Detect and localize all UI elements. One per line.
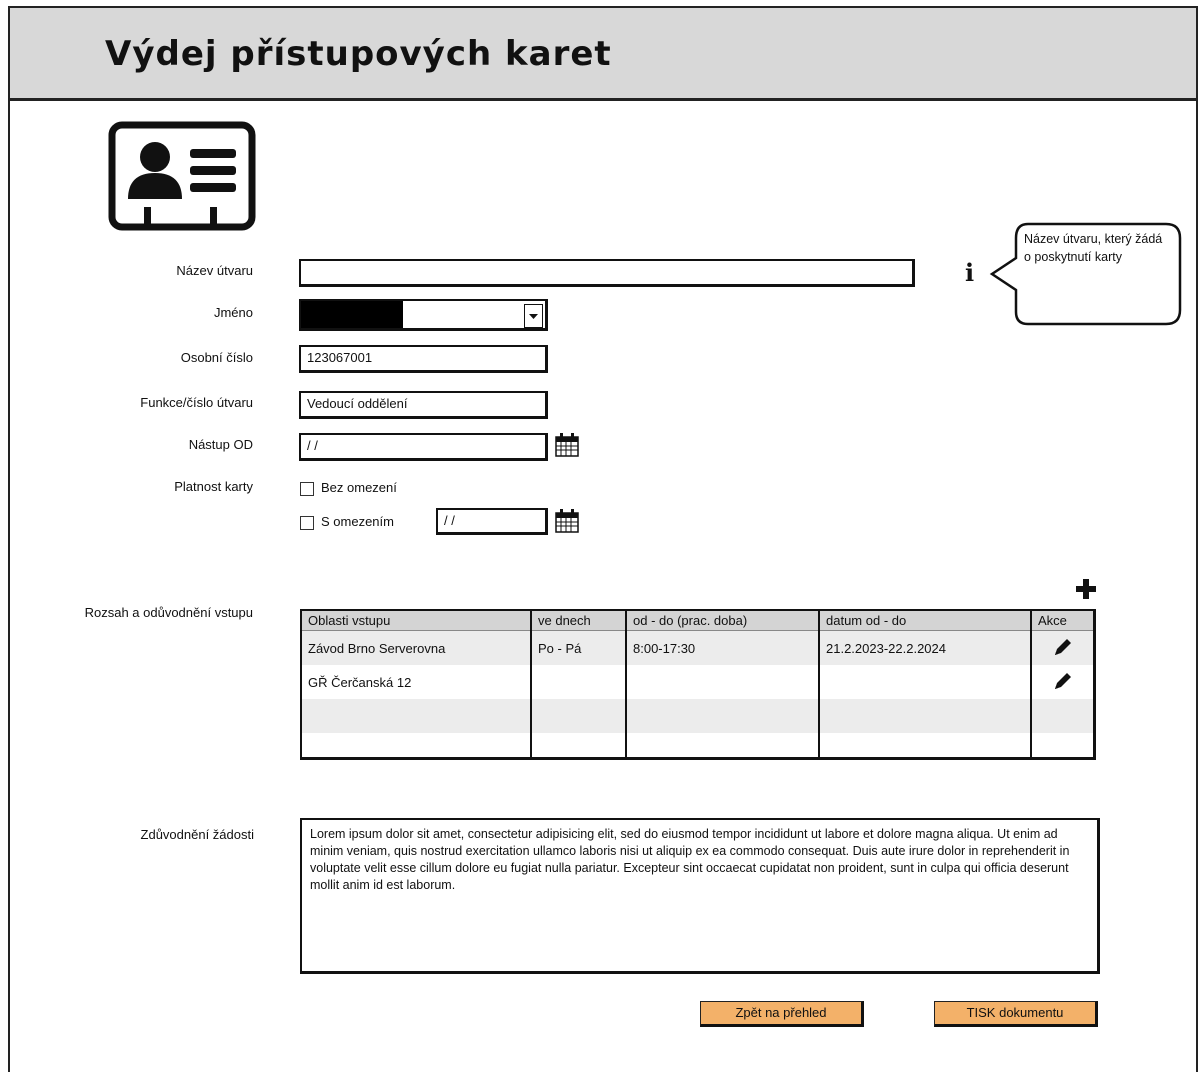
id-card-icon [108, 121, 256, 231]
function-input[interactable]: Vedoucí oddělení [299, 391, 548, 419]
chevron-down-icon[interactable] [524, 304, 543, 328]
edit-pencil-icon[interactable] [1052, 670, 1074, 692]
justification-label: Zdůvodnění žádosti [140, 827, 254, 842]
unit-name-input[interactable] [299, 259, 915, 287]
table-cell [626, 699, 820, 733]
table-cell [301, 699, 532, 733]
print-document-button[interactable]: TISK dokumentu [934, 1001, 1098, 1027]
no-limit-label: Bez omezení [321, 480, 397, 495]
name-redacted-block [301, 301, 403, 328]
table-header-row: Oblasti vstupu ve dnech od - do (prac. d… [301, 610, 1095, 631]
column-header: Oblasti vstupu [301, 610, 532, 631]
start-label: Nástup OD [188, 437, 253, 452]
table-cell: GŘ Čerčanská 12 [301, 665, 532, 699]
table-cell [819, 733, 1032, 759]
table-row: GŘ Čerčanská 12 [301, 665, 1095, 699]
table-cell [1031, 665, 1095, 699]
validity-label: Platnost karty [174, 479, 253, 494]
start-date-input[interactable]: / / [299, 433, 548, 461]
table-cell: Po - Pá [531, 630, 627, 665]
page-header: Výdej přístupových karet [8, 6, 1198, 101]
table-row [301, 699, 1095, 733]
justification-textarea[interactable]: Lorem ipsum dolor sit amet, consectetur … [300, 818, 1100, 974]
column-header: ve dnech [531, 610, 627, 631]
unit-label: Název útvaru [176, 263, 253, 278]
personal-number-input[interactable]: 123067001 [299, 345, 548, 373]
personal-no-label: Osobní číslo [180, 350, 253, 365]
name-label: Jméno [213, 305, 253, 320]
table-cell [531, 733, 627, 759]
table-row: Závod Brno Serverovna Po - Pá 8:00-17:30… [301, 630, 1095, 665]
calendar-icon[interactable] [555, 509, 579, 533]
table-row [301, 733, 1095, 759]
add-row-icon[interactable] [1075, 578, 1097, 600]
limited-date-input[interactable]: / / [436, 508, 548, 535]
access-table: Oblasti vstupu ve dnech od - do (prac. d… [300, 609, 1096, 760]
tooltip-text: Název útvaru, který žádá o poskytnutí ka… [1024, 232, 1163, 264]
table-cell: 21.2.2023-22.2.2024 [819, 630, 1032, 665]
table-cell [626, 665, 820, 699]
table-cell [1031, 630, 1095, 665]
table-cell: Závod Brno Serverovna [301, 630, 532, 665]
table-cell [301, 733, 532, 759]
info-icon[interactable]: i [965, 258, 974, 287]
limited-label: S omezením [321, 514, 394, 529]
no-limit-checkbox[interactable] [300, 482, 314, 496]
back-to-overview-button[interactable]: Zpět na přehled [700, 1001, 864, 1027]
table-cell [819, 699, 1032, 733]
table-cell [531, 699, 627, 733]
table-cell [626, 733, 820, 759]
table-cell [1031, 699, 1095, 733]
column-header: datum od - do [819, 610, 1032, 631]
function-label: Funkce/číslo útvaru [140, 395, 253, 410]
calendar-icon[interactable] [555, 433, 579, 457]
table-cell: 8:00-17:30 [626, 630, 820, 665]
page-title: Výdej přístupových karet [105, 34, 612, 74]
column-header: od - do (prac. doba) [626, 610, 820, 631]
limited-checkbox[interactable] [300, 516, 314, 530]
table-cell [531, 665, 627, 699]
table-cell [1031, 733, 1095, 759]
table-cell [819, 665, 1032, 699]
edit-pencil-icon[interactable] [1052, 636, 1074, 658]
name-select[interactable] [299, 299, 548, 331]
access-label: Rozsah a odůvodnění vstupu [84, 605, 253, 620]
column-header: Akce [1031, 610, 1095, 631]
